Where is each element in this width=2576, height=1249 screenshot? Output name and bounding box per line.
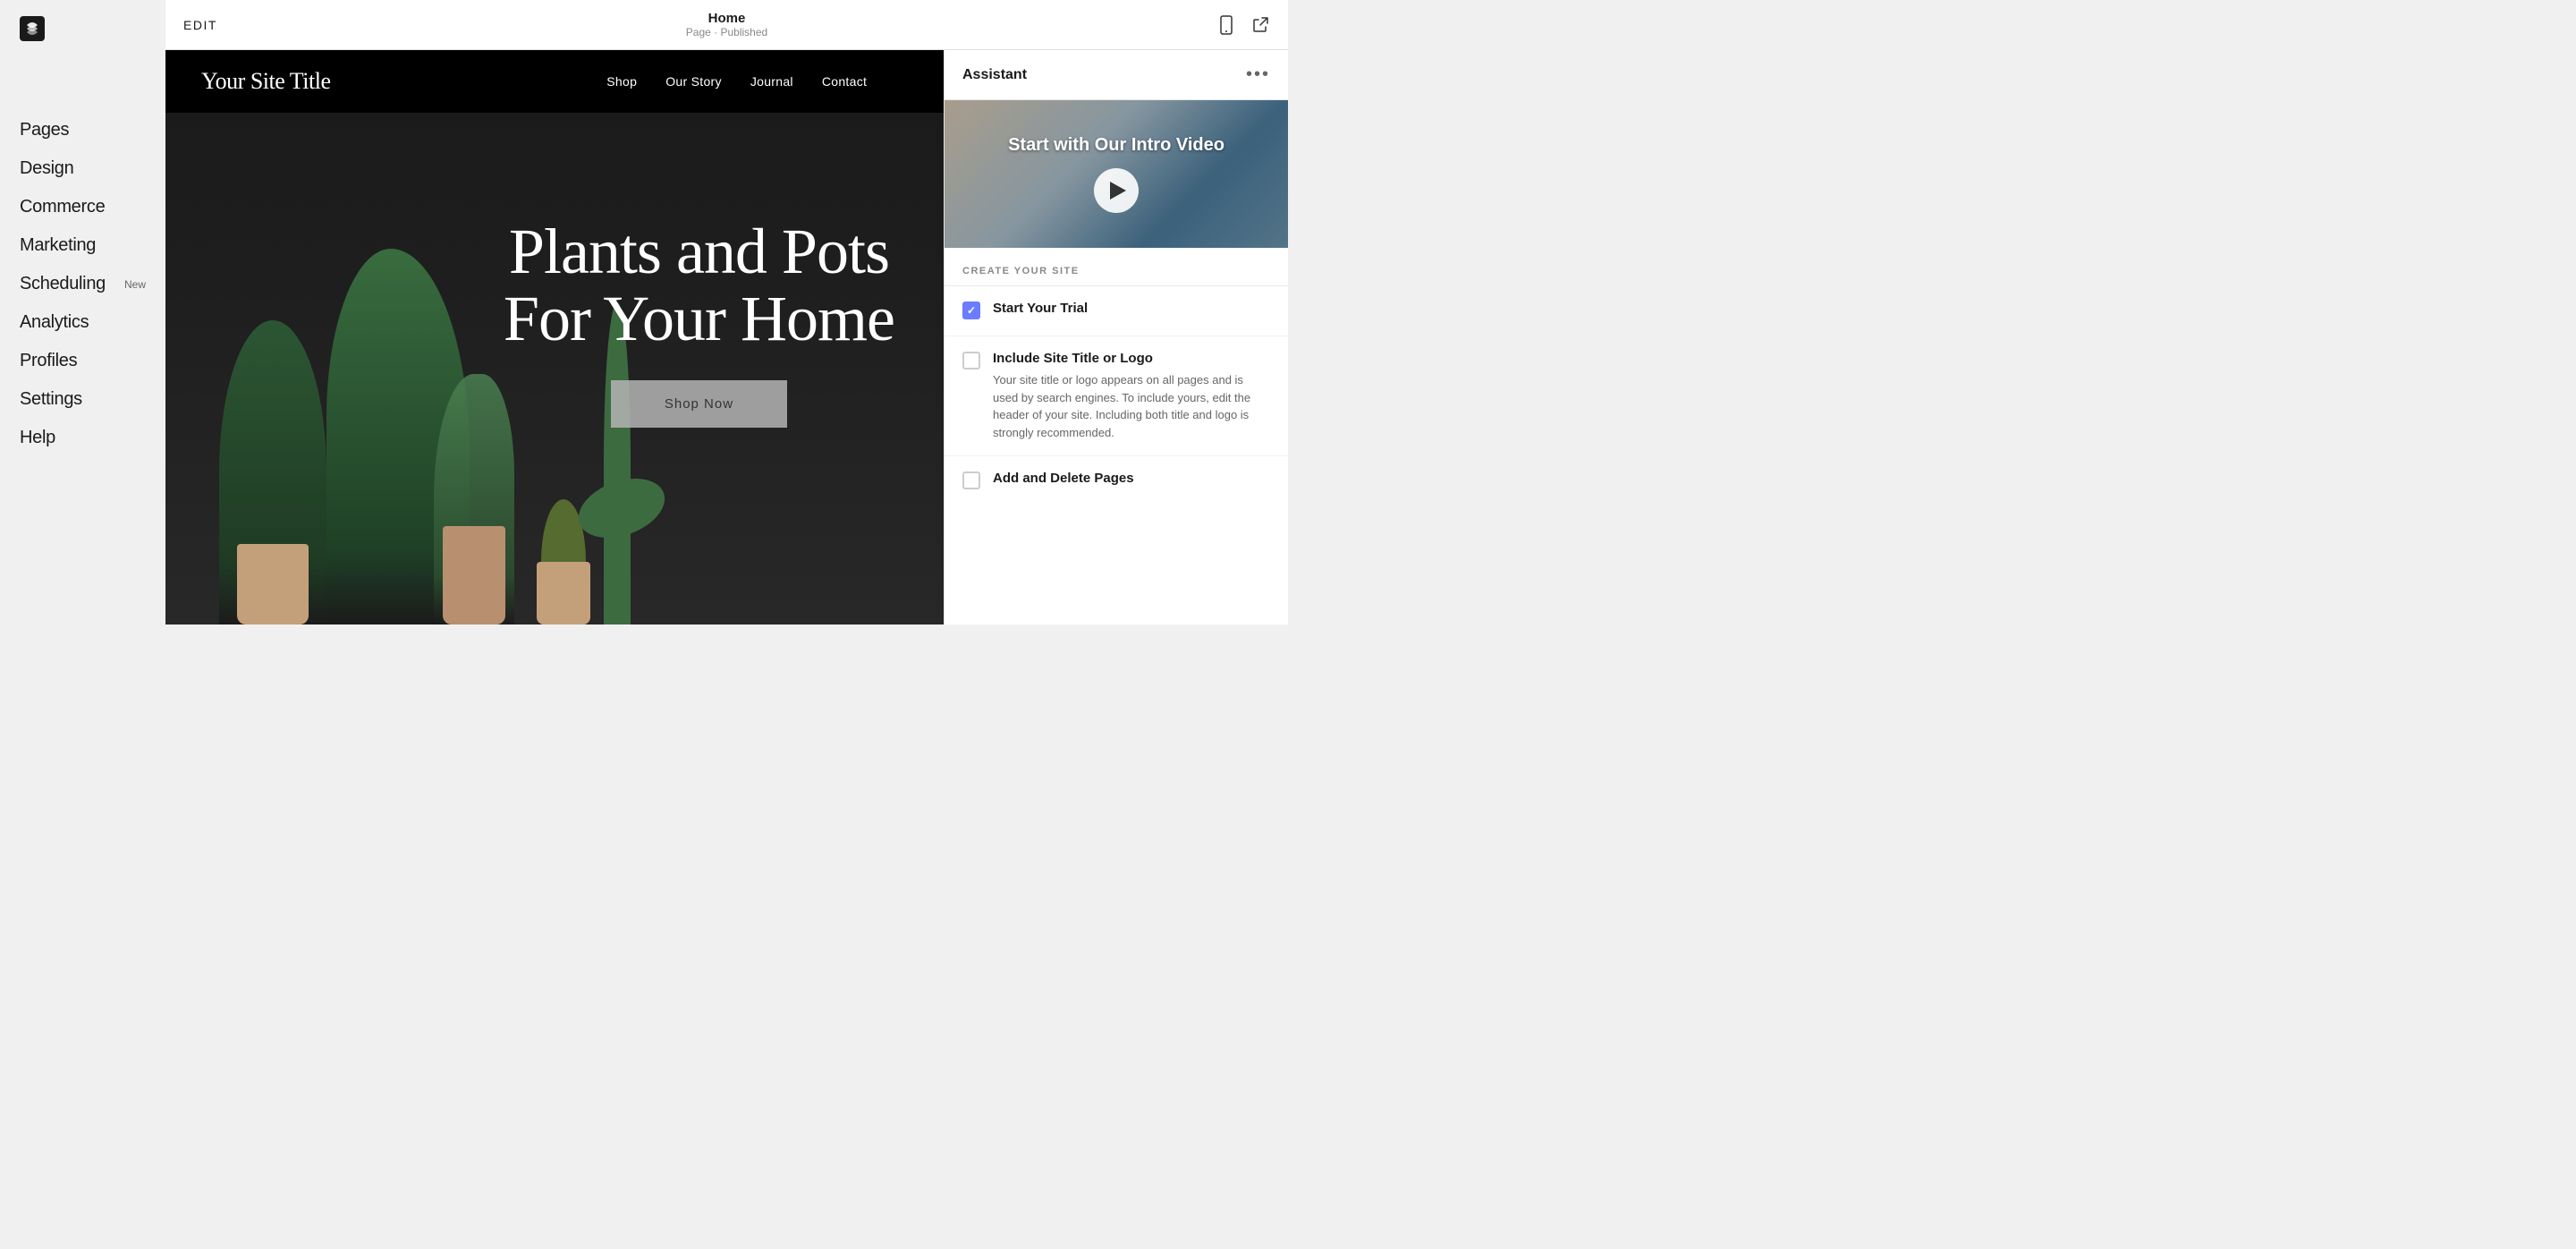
sidebar-item-commerce[interactable]: Commerce [0, 188, 165, 226]
sidebar: Pages Design Commerce Marketing Scheduling Ne… [0, 0, 165, 624]
sidebar-item-label-analytics: Analytics [20, 312, 89, 333]
sidebar-item-marketing[interactable]: Marketing [0, 226, 165, 265]
site-nav-item-shop[interactable]: Shop [606, 74, 637, 89]
topbar: EDIT Home Page · Published [165, 0, 1288, 50]
checklist-container: Start Your Trial Include Site Title or Lo… [945, 286, 1288, 506]
squarespace-logo-icon [20, 16, 45, 41]
topbar-left: EDIT [183, 13, 217, 38]
external-link-button[interactable] [1250, 15, 1270, 35]
sidebar-item-settings[interactable]: Settings [0, 380, 165, 419]
sidebar-logo[interactable] [0, 0, 165, 57]
external-link-icon [1250, 15, 1270, 35]
play-icon [1110, 182, 1126, 200]
checklist-title-trial: Start Your Trial [993, 301, 1270, 316]
checklist-title-pages: Add and Delete Pages [993, 471, 1270, 486]
sidebar-item-label-commerce: Commerce [20, 197, 105, 217]
checklist-item-trial: Start Your Trial [945, 286, 1288, 336]
site-nav-item-our-story[interactable]: Our Story [665, 74, 722, 89]
sidebar-item-label-help: Help [20, 428, 55, 448]
assistant-header: Assistant ••• [945, 50, 1288, 100]
hero-line-1: Plants and Pots [509, 216, 889, 287]
sidebar-item-scheduling[interactable]: Scheduling New [0, 265, 165, 303]
sidebar-item-label-settings: Settings [20, 389, 82, 410]
sidebar-nav: Pages Design Commerce Marketing Scheduling Ne… [0, 57, 165, 457]
sidebar-item-help[interactable]: Help [0, 419, 165, 457]
site-nav: Shop Our Story Journal Contact [606, 74, 867, 89]
mobile-icon [1216, 15, 1236, 35]
check-box-pages[interactable] [962, 472, 980, 489]
sidebar-item-pages[interactable]: Pages [0, 111, 165, 149]
page-status: Page · Published [686, 26, 767, 38]
checklist-desc-site-title: Your site title or logo appears on all p… [993, 371, 1270, 441]
create-site-label: CREATE YOUR SITE [962, 266, 1080, 276]
checklist-item-pages: Add and Delete Pages [945, 456, 1288, 506]
sidebar-badge-scheduling: New [124, 278, 146, 291]
checklist-title-site-title: Include Site Title or Logo [993, 351, 1270, 366]
pot-3 [537, 562, 590, 624]
hero-headline: Plants and Pots For Your Home [504, 218, 894, 353]
checklist-item-site-title: Include Site Title or Logo Your site titl… [945, 336, 1288, 456]
video-title: Start with Our Intro Video [990, 135, 1242, 156]
shop-now-button[interactable]: Shop Now [611, 380, 787, 428]
topbar-right [1216, 15, 1270, 35]
sidebar-item-label-marketing: Marketing [20, 235, 96, 256]
mobile-preview-button[interactable] [1216, 15, 1236, 35]
site-nav-item-journal[interactable]: Journal [750, 74, 793, 89]
topbar-center: Home Page · Published [686, 11, 767, 38]
create-site-section: CREATE YOUR SITE [945, 248, 1288, 286]
assistant-title: Assistant [962, 67, 1027, 83]
sidebar-item-analytics[interactable]: Analytics [0, 303, 165, 342]
check-box-trial[interactable] [962, 302, 980, 319]
sidebar-item-label-design: Design [20, 158, 73, 179]
main-area: EDIT Home Page · Published [165, 0, 1288, 624]
sidebar-item-label-profiles: Profiles [20, 351, 77, 371]
hero-text: Plants and Pots For Your Home Shop Now [504, 218, 894, 428]
hero-line-2: For Your Home [504, 283, 894, 354]
sidebar-item-label-pages: Pages [20, 120, 69, 140]
sidebar-item-profiles[interactable]: Profiles [0, 342, 165, 380]
site-title: Your Site Title [201, 68, 331, 95]
checklist-content-site-title: Include Site Title or Logo Your site titl… [993, 351, 1270, 441]
edit-button[interactable]: EDIT [183, 13, 217, 38]
check-box-site-title[interactable] [962, 352, 980, 370]
pot-1 [237, 544, 309, 624]
assistant-menu-button[interactable]: ••• [1246, 64, 1270, 85]
checklist-content-pages: Add and Delete Pages [993, 471, 1270, 491]
video-section[interactable]: Start with Our Intro Video [945, 100, 1288, 248]
pot-2 [443, 526, 505, 624]
sidebar-item-label-scheduling: Scheduling [20, 274, 106, 294]
page-title: Home [686, 11, 767, 26]
site-preview: Your Site Title Shop Our Story Journal Cont… [165, 50, 1288, 624]
checklist-content-trial: Start Your Trial [993, 301, 1270, 321]
assistant-panel: Assistant ••• Start with Our Intro Video… [944, 50, 1288, 624]
site-nav-item-contact[interactable]: Contact [822, 74, 867, 89]
play-button[interactable] [1094, 168, 1139, 213]
sidebar-item-design[interactable]: Design [0, 149, 165, 188]
